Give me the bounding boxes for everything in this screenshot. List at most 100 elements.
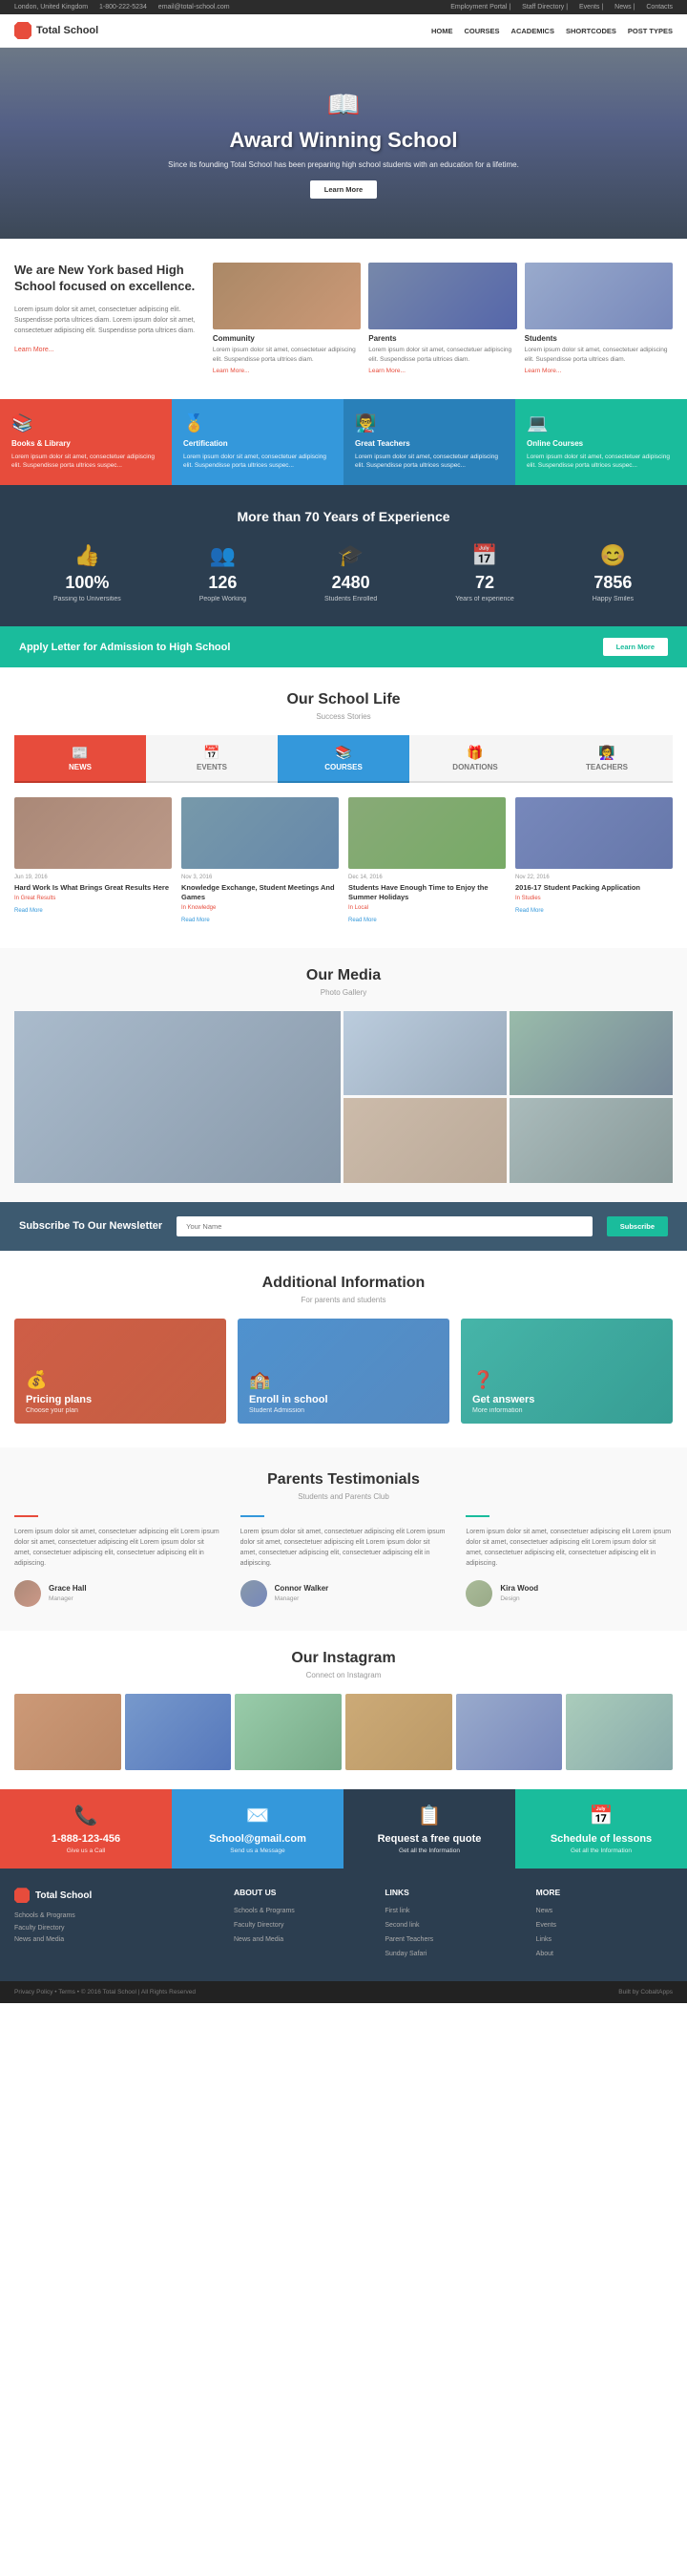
stats-heading: More than 70 Years of Experience xyxy=(14,509,673,524)
school-life-title: Our School Life xyxy=(14,691,673,708)
newsletter-input[interactable] xyxy=(177,1216,593,1236)
insta-img-6[interactable] xyxy=(566,1694,673,1770)
service-certification[interactable]: 🏅 Certification Lorem ipsum dolor sit am… xyxy=(172,399,344,486)
logo-icon xyxy=(14,22,31,39)
hero-learn-more-button[interactable]: Learn More xyxy=(310,180,377,199)
online-icon: 💻 xyxy=(527,413,676,433)
service-teachers[interactable]: 👨‍🏫 Great Teachers Lorem ipsum dolor sit… xyxy=(344,399,515,486)
footer-links: Links First link Second link Parent Teac… xyxy=(385,1888,521,1962)
contact-phone[interactable]: 📞 1-888-123-456 Give us a Call xyxy=(0,1789,172,1869)
community-image xyxy=(213,263,361,329)
test3-text: Lorem ipsum dolor sit amet, consectetuer… xyxy=(466,1527,673,1570)
media-image-5[interactable] xyxy=(510,1098,673,1183)
footer-more-link-2[interactable]: Events xyxy=(536,1922,556,1929)
quote-desc: Get all the Information xyxy=(355,1848,504,1854)
email-icon: ✉️ xyxy=(183,1804,332,1827)
tab-courses[interactable]: 📚 Courses xyxy=(278,735,409,783)
contacts-link[interactable]: Contacts xyxy=(646,4,673,11)
footer-about-link-1[interactable]: Schools & Programs xyxy=(234,1908,295,1914)
news-link[interactable]: News xyxy=(614,4,632,11)
stat-passing: 👍 100% Passing to Universities xyxy=(53,543,121,602)
card3-readmore[interactable]: Read More xyxy=(348,918,377,923)
test2-info: Connor Walker Manager xyxy=(275,1584,329,1603)
insta-img-3[interactable] xyxy=(235,1694,342,1770)
staff-link[interactable]: Staff Directory xyxy=(522,4,564,11)
footer-more-link-3[interactable]: Links xyxy=(536,1936,552,1943)
card4-date: Nov 22, 2016 xyxy=(515,875,673,880)
about-learn-more[interactable]: Learn More... xyxy=(14,347,54,353)
nav-courses[interactable]: COURSES xyxy=(464,27,499,35)
email-link[interactable]: email@total-school.com xyxy=(158,4,230,11)
newsletter-subscribe-button[interactable]: Subscribe xyxy=(607,1216,668,1236)
additional-title: Additional Information xyxy=(14,1275,673,1292)
answers-card[interactable]: ❓ Get answers More information xyxy=(461,1319,673,1424)
hero-icon: 📖 xyxy=(168,89,519,120)
about-community: Community Lorem ipsum dolor sit amet, co… xyxy=(213,263,361,375)
insta-img-5[interactable] xyxy=(456,1694,563,1770)
instagram-title: Our Instagram xyxy=(14,1650,673,1667)
passing-label: Passing to Universities xyxy=(53,596,121,602)
logo[interactable]: Total School xyxy=(14,22,98,39)
online-title: Online Courses xyxy=(527,439,676,448)
tab-news[interactable]: 📰 News xyxy=(14,735,146,783)
online-desc: Lorem ipsum dolor sit amet, consectetuer… xyxy=(527,453,676,472)
nav-post-types[interactable]: POST TYPES xyxy=(628,27,673,35)
media-image-4[interactable] xyxy=(344,1098,507,1183)
books-title: Books & Library xyxy=(11,439,160,448)
nav-shortcodes[interactable]: SHORTCODES xyxy=(566,27,616,35)
footer-more-link-4[interactable]: About xyxy=(536,1951,553,1957)
about-description: Lorem ipsum dolor sit amet, consectetuer… xyxy=(14,305,198,337)
footer-link-4[interactable]: Sunday Safari xyxy=(385,1951,427,1957)
email-desc: Send us a Message xyxy=(183,1848,332,1854)
footer-about-link-3[interactable]: News and Media xyxy=(234,1936,283,1943)
nav-academics[interactable]: ACADEMICS xyxy=(511,27,554,35)
footer-more-link-1[interactable]: News xyxy=(536,1908,553,1914)
media-image-2[interactable] xyxy=(344,1011,507,1096)
about-title: We are New York based High School focuse… xyxy=(14,263,198,295)
insta-img-1[interactable] xyxy=(14,1694,121,1770)
hero-section: 📖 Award Winning School Since its foundin… xyxy=(0,48,687,239)
contact-email[interactable]: ✉️ School@gmail.com Send us a Message xyxy=(172,1789,344,1869)
cert-desc: Lorem ipsum dolor sit amet, consectetuer… xyxy=(183,453,332,472)
testimonials-subtitle: Students and Parents Club xyxy=(14,1492,673,1501)
card3-title: Students Have Enough Time to Enjoy the S… xyxy=(348,883,506,902)
service-online[interactable]: 💻 Online Courses Lorem ipsum dolor sit a… xyxy=(515,399,687,486)
community-link[interactable]: Learn More... xyxy=(213,368,250,374)
teachers-tab-icon: 👩‍🏫 xyxy=(546,745,668,761)
test1-role: Manager xyxy=(49,1595,73,1602)
credit-link[interactable]: Built by CobaltApps xyxy=(618,1989,673,1995)
service-books[interactable]: 📚 Books & Library Lorem ipsum dolor sit … xyxy=(0,399,172,486)
tab-donations[interactable]: 🎁 Donations xyxy=(409,735,541,783)
contact-quote[interactable]: 📋 Request a free quote Get all the Infor… xyxy=(344,1789,515,1869)
cert-title: Certification xyxy=(183,439,332,448)
card1-readmore[interactable]: Read More xyxy=(14,908,43,914)
books-desc: Lorem ipsum dolor sit amet, consectetuer… xyxy=(11,453,160,472)
insta-img-4[interactable] xyxy=(345,1694,452,1770)
events-tab-icon: 📅 xyxy=(151,745,273,761)
stat-years: 📅 72 Years of experience xyxy=(455,543,514,602)
pricing-card[interactable]: 💰 Pricing plans Choose your plan xyxy=(14,1319,226,1424)
footer-link-3[interactable]: Parent Teachers xyxy=(385,1936,433,1943)
footer-more-title: More xyxy=(536,1888,673,1897)
employment-link[interactable]: Employment Portal xyxy=(450,4,507,11)
nav-home[interactable]: HOME xyxy=(431,27,453,35)
footer-link-1[interactable]: First link xyxy=(385,1908,409,1914)
card4-readmore[interactable]: Read More xyxy=(515,908,544,914)
card3-category: In Local xyxy=(348,905,506,911)
apply-learn-more-button[interactable]: Learn More xyxy=(603,638,668,656)
enroll-card[interactable]: 🏫 Enroll in school Student Admission xyxy=(238,1319,449,1424)
events-link[interactable]: Events xyxy=(579,4,599,11)
footer-about-link-2[interactable]: Faculty Directory xyxy=(234,1922,284,1929)
students-link[interactable]: Learn More... xyxy=(525,368,562,374)
media-image-3[interactable] xyxy=(510,1011,673,1096)
tab-teachers[interactable]: 👩‍🏫 Teachers xyxy=(541,735,673,783)
card2-readmore[interactable]: Read More xyxy=(181,918,210,923)
media-image-1[interactable] xyxy=(14,1011,341,1183)
parents-link[interactable]: Learn More... xyxy=(368,368,406,374)
insta-img-2[interactable] xyxy=(125,1694,232,1770)
people-label: People Working xyxy=(199,596,246,602)
life-card-2: Nov 3, 2016 Knowledge Exchange, Student … xyxy=(181,797,339,924)
footer-link-2[interactable]: Second link xyxy=(385,1922,419,1929)
contact-schedule[interactable]: 📅 Schedule of lessons Get all the Inform… xyxy=(515,1789,687,1869)
tab-events[interactable]: 📅 Events xyxy=(146,735,278,783)
